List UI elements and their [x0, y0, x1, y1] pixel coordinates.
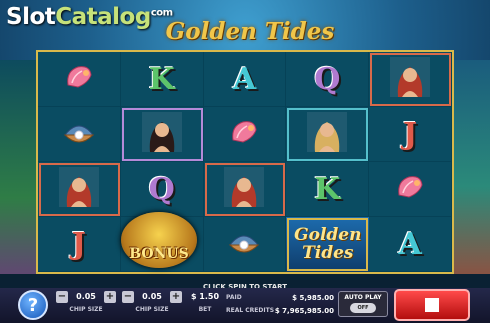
- autoplay-label: AUTO PLAY: [344, 294, 382, 301]
- paid-label: PAID: [226, 294, 242, 301]
- chip-size-1-value: 0.05: [76, 292, 96, 301]
- game-logo: Golden Tides: [160, 14, 340, 48]
- letter-symbol-j: J: [402, 116, 418, 152]
- reel-cell-shell: [203, 107, 287, 162]
- golden-tides-line2: Tides: [302, 242, 354, 263]
- red-hair-mermaid-icon: [58, 167, 99, 211]
- pearl-clam-icon: [227, 229, 261, 259]
- watermark-part2: Catalog: [55, 4, 151, 30]
- bet-display: $ 1.50 BET: [190, 291, 220, 319]
- pink-conch-shell-icon: [64, 63, 94, 95]
- chip-size-2-label: CHIP SIZE: [135, 306, 169, 313]
- letter-symbol-k: K: [314, 171, 341, 207]
- reel-cell-letter: K: [120, 52, 204, 107]
- pink-conch-shell-icon: [229, 118, 259, 150]
- chip-size-1-label: CHIP SIZE: [69, 306, 103, 313]
- right-scenery: [450, 60, 490, 290]
- reel-cell-golden-tides-symbol: Golden Tides: [286, 217, 370, 272]
- reel-cell-letter: A: [203, 52, 287, 107]
- game-logo-text: Golden Tides: [165, 17, 335, 45]
- reel-cell-letter: Q: [120, 162, 204, 217]
- dark-hair-mermaid-icon: [141, 112, 182, 156]
- reel-cell-mermaid: [38, 162, 121, 217]
- left-scenery: [0, 60, 40, 290]
- real-credits-value: $ 7,965,985.00: [274, 306, 334, 315]
- reel-grid: K A Q J Q K J Golden Tides A: [36, 50, 454, 274]
- reel-cell-clam: [203, 217, 287, 272]
- reel-cell-clam: [38, 107, 121, 162]
- letter-symbol-q: Q: [148, 171, 175, 207]
- credits-display: PAID $ 5,985.00 REAL CREDITS $ 7,965,985…: [226, 291, 334, 319]
- letter-symbol-j: J: [71, 226, 86, 262]
- chip-size-stepper-2: − 0.05 + CHIP SIZE: [122, 291, 182, 319]
- paid-value: $ 5,985.00: [292, 293, 334, 302]
- real-credits-label: REAL CREDITS: [226, 307, 275, 314]
- red-hair-mermaid-icon: [390, 57, 431, 101]
- chip-size-2-minus-button[interactable]: −: [122, 291, 134, 303]
- info-button[interactable]: ?: [18, 290, 48, 320]
- reel-cell-mermaid: [120, 107, 204, 162]
- reel-cell-letter: J: [369, 107, 452, 162]
- autoplay-toggle[interactable]: OFF: [350, 303, 376, 313]
- pink-conch-shell-icon: [395, 173, 425, 205]
- letter-symbol-q: Q: [314, 61, 341, 97]
- letter-symbol-k: K: [148, 61, 175, 97]
- chip-size-stepper-1: − 0.05 + CHIP SIZE: [56, 291, 116, 319]
- chip-size-1-plus-button[interactable]: +: [104, 291, 116, 303]
- watermark: SlotCatalogcom: [6, 4, 173, 30]
- chip-size-1-minus-button[interactable]: −: [56, 291, 68, 303]
- chip-size-2-plus-button[interactable]: +: [170, 291, 182, 303]
- reel-cell-letter: K: [286, 162, 370, 217]
- reel-cell-shell: [369, 162, 452, 217]
- bonus-label: BONUS: [129, 246, 189, 262]
- status-bar: CLICK SPIN TO START: [0, 274, 490, 291]
- chip-size-2-value: 0.05: [142, 292, 162, 301]
- stop-square-icon: [425, 298, 439, 312]
- reel-cell-shell: [38, 52, 121, 107]
- golden-tides-line1: Golden: [294, 224, 362, 245]
- blonde-mermaid-icon: [307, 112, 348, 156]
- bonus-symbol: BONUS: [118, 210, 200, 270]
- bonus-medallion-icon: BONUS: [121, 212, 197, 268]
- reel-cell-letter: Q: [286, 52, 370, 107]
- letter-symbol-a: A: [232, 61, 257, 97]
- watermark-part1: Slot: [6, 4, 56, 30]
- question-mark-icon: ?: [27, 294, 39, 316]
- pearl-clam-icon: [62, 119, 96, 149]
- reel-cell-mermaid: [203, 162, 287, 217]
- bet-label: BET: [198, 306, 212, 313]
- red-hair-mermaid-icon: [224, 167, 265, 211]
- spin-button[interactable]: [394, 289, 470, 321]
- reel-cell-letter: J: [38, 217, 121, 272]
- reel-cell-mermaid: [286, 107, 370, 162]
- autoplay-button[interactable]: AUTO PLAY OFF: [338, 291, 388, 317]
- letter-symbol-a: A: [398, 226, 422, 262]
- bet-value: $ 1.50: [190, 292, 220, 301]
- reel-cell-mermaid: [369, 52, 452, 107]
- reel-cell-letter: A: [369, 217, 452, 272]
- control-panel: ? − 0.05 + CHIP SIZE − 0.05 + CHIP SIZE …: [0, 288, 490, 323]
